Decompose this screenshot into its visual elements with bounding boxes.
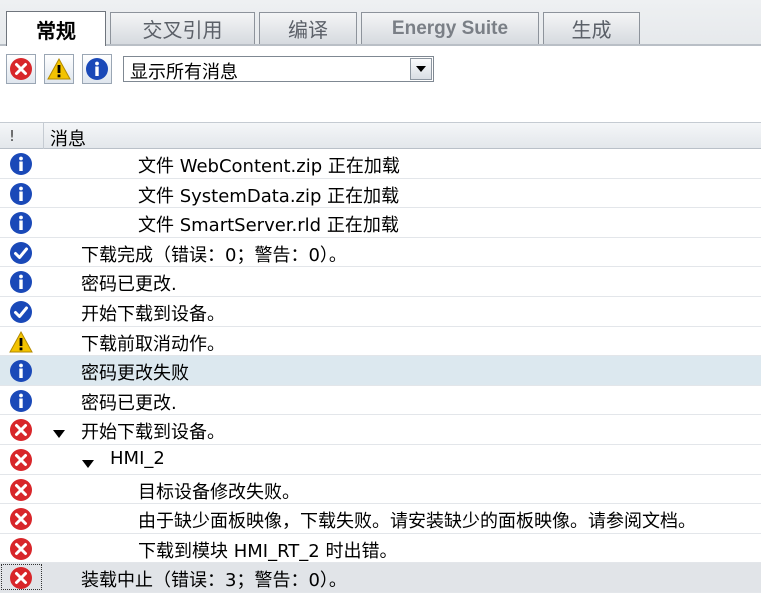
- success-icon: [9, 300, 33, 324]
- message-row[interactable]: 文件 WebContent.zip 正在加载: [0, 149, 761, 179]
- error-icon: [9, 418, 33, 442]
- message-row[interactable]: 密码已更改.: [0, 267, 761, 297]
- error-icon: [9, 507, 33, 531]
- info-icon: [9, 152, 33, 176]
- tab-strip: 常规 交叉引用 编译 Energy Suite 生成: [0, 0, 761, 46]
- message-text: HMI_2: [110, 447, 165, 469]
- column-header-message[interactable]: 消息: [50, 125, 86, 151]
- message-row[interactable]: 密码已更改.: [0, 385, 761, 416]
- message-row[interactable]: 文件 SystemData.zip 正在加载: [0, 178, 761, 209]
- warning-icon: [47, 57, 71, 80]
- error-icon: [10, 58, 32, 80]
- toolbar: 显示所有消息: [0, 46, 761, 122]
- message-row[interactable]: HMI_2: [0, 444, 761, 475]
- message-text: 下载完成（错误：0；警告：0）。: [81, 244, 347, 266]
- tab-generate[interactable]: 生成: [543, 12, 640, 44]
- message-row[interactable]: 开始下载到设备。: [0, 415, 761, 445]
- warning-icon: [9, 330, 33, 354]
- message-text: 密码更改失败: [81, 363, 189, 385]
- info-icon: [86, 58, 108, 80]
- column-header-status[interactable]: !: [0, 123, 44, 149]
- show-warnings-button[interactable]: [44, 54, 74, 84]
- show-info-button[interactable]: [82, 54, 112, 84]
- info-icon: [9, 182, 33, 206]
- error-icon: [9, 478, 33, 502]
- message-text: 文件 WebContent.zip 正在加载: [138, 156, 400, 177]
- table-header: ! 消息: [0, 122, 761, 151]
- message-row[interactable]: 下载到模块 HMI_RT_2 时出错。: [0, 533, 761, 564]
- tab-general[interactable]: 常规: [6, 11, 106, 46]
- tab-energy-suite[interactable]: Energy Suite: [361, 12, 539, 44]
- inspector-window: 常规 交叉引用 编译 Energy Suite 生成 显示所有消息 ! 消息 文…: [0, 0, 761, 600]
- show-errors-button[interactable]: [6, 54, 36, 84]
- info-icon: [9, 270, 33, 294]
- message-text: 文件 SmartServer.rld 正在加载: [138, 215, 399, 237]
- message-text: 开始下载到设备。: [81, 303, 225, 325]
- error-icon: [9, 448, 33, 472]
- expand-toggle-icon[interactable]: [53, 424, 65, 439]
- message-filter-value: 显示所有消息: [130, 62, 238, 83]
- tab-cross-references[interactable]: 交叉引用: [110, 12, 255, 44]
- message-text: 目标设备修改失败。: [138, 481, 300, 503]
- error-icon: [9, 537, 33, 561]
- message-row[interactable]: 下载完成（错误：0；警告：0）。: [0, 237, 761, 268]
- message-text: 密码已更改.: [81, 274, 177, 296]
- expand-toggle-icon[interactable]: [82, 454, 94, 468]
- message-text: 装载中止（错误：3；警告：0）。: [81, 570, 347, 592]
- message-text: 下载到模块 HMI_RT_2 时出错。: [138, 540, 398, 562]
- success-icon: [9, 241, 33, 265]
- focus-indicator: [1, 564, 42, 591]
- info-icon: [9, 389, 33, 413]
- message-text: 文件 SystemData.zip 正在加载: [138, 185, 400, 207]
- message-row[interactable]: 装载中止（错误：3；警告：0）。: [0, 563, 761, 593]
- message-row[interactable]: 下载前取消动作。: [0, 326, 761, 357]
- message-text: 密码已更改.: [81, 392, 177, 414]
- tab-compile[interactable]: 编译: [259, 12, 357, 44]
- message-text: 下载前取消动作。: [81, 333, 225, 355]
- message-list: 文件 WebContent.zip 正在加载 文件 SystemData.zip …: [0, 149, 761, 593]
- message-row[interactable]: 目标设备修改失败。: [0, 474, 761, 505]
- message-row[interactable]: 开始下载到设备。: [0, 296, 761, 327]
- message-row[interactable]: 密码更改失败: [0, 356, 761, 386]
- info-icon: [9, 211, 33, 235]
- message-text: 开始下载到设备。: [81, 422, 225, 444]
- message-row[interactable]: 文件 SmartServer.rld 正在加载: [0, 208, 761, 238]
- message-filter-select[interactable]: 显示所有消息: [123, 56, 434, 83]
- message-text: 由于缺少面板映像，下载失败。请安装缺少的面板映像。请参阅文档。: [138, 511, 696, 533]
- message-row[interactable]: 由于缺少面板映像，下载失败。请安装缺少的面板映像。请参阅文档。: [0, 504, 761, 534]
- info-icon: [9, 359, 33, 383]
- chevron-down-icon[interactable]: [410, 58, 432, 80]
